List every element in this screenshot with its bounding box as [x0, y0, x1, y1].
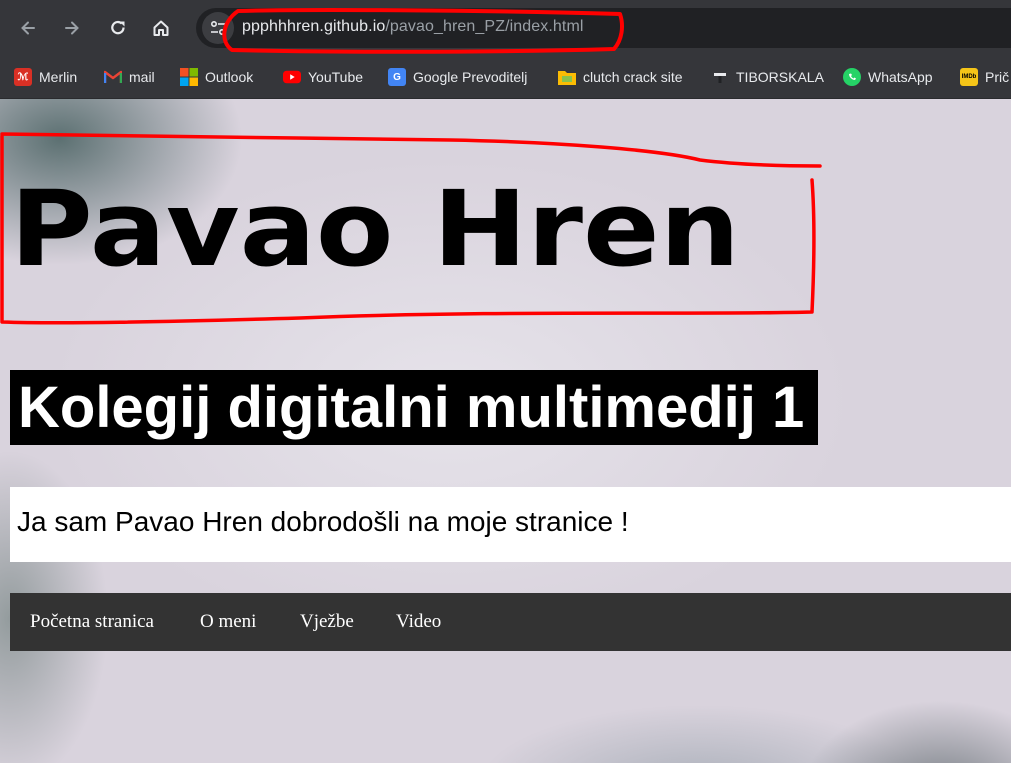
bookmark-label: mail: [129, 69, 155, 85]
bookmark-tiborskala[interactable]: TIBORSKALA: [711, 66, 824, 88]
bookmark-label: YouTube: [308, 69, 364, 85]
logo: Pavao Hren: [10, 171, 740, 271]
whatsapp-icon: [843, 68, 861, 86]
imdb-icon: IMDb: [960, 68, 978, 86]
bookmark-label: Prič: [985, 69, 1010, 85]
merlin-icon: ℳ: [14, 68, 32, 86]
bookmark-label: TIBORSKALA: [736, 69, 824, 85]
arrow-left-icon: [21, 21, 35, 35]
arrow-right-icon: [65, 21, 79, 35]
url-path: /pavao_hren_PZ/index.html: [385, 18, 584, 35]
nav-link-vjezbe[interactable]: Vježbe: [300, 611, 354, 633]
bookmark-whatsapp[interactable]: WhatsApp: [843, 66, 933, 88]
tune-icon: [210, 20, 226, 36]
nav-link-video[interactable]: Video: [396, 611, 441, 633]
gmail-icon: [104, 68, 122, 86]
url-host: ppphhhren.github.io: [242, 18, 386, 35]
address-bar[interactable]: ppphhhren.github.io/pavao_hren_PZ/index.…: [196, 8, 1011, 48]
reload-icon: [111, 20, 125, 35]
welcome-banner: Ja sam Pavao Hren dobrodošli na moje str…: [10, 487, 1011, 562]
google-translate-icon: G: [388, 68, 406, 86]
site-info-button[interactable]: [202, 12, 234, 44]
nav-link-o-meni[interactable]: O meni: [200, 611, 256, 633]
url-text[interactable]: ppphhhren.github.io/pavao_hren_PZ/index.…: [242, 18, 584, 36]
nav-link-pocetna-stranica[interactable]: Početna stranica: [30, 611, 154, 633]
bookmarks-bar: ℳ Merlin mail Outlook YouTube G Google P…: [0, 56, 1011, 99]
bookmark-google-prevoditelj[interactable]: G Google Prevoditelj: [388, 66, 527, 88]
main-navigation: Početna stranica O meni Vježbe Video: [10, 593, 1011, 651]
bookmark-outlook[interactable]: Outlook: [180, 66, 253, 88]
forward-button[interactable]: [54, 10, 90, 46]
tiborskala-icon: [711, 68, 729, 86]
page-viewport: Pavao Hren Kolegij digitalni multimedij …: [0, 99, 1011, 763]
bookmark-label: WhatsApp: [868, 69, 933, 85]
logo-text: Pavao Hren: [10, 171, 740, 271]
folder-icon: [558, 68, 576, 86]
reload-button[interactable]: [100, 10, 136, 46]
bookmark-label: clutch crack site: [583, 69, 683, 85]
bookmark-clutch-crack-site[interactable]: clutch crack site: [558, 66, 683, 88]
bookmark-label: Outlook: [205, 69, 254, 85]
bookmark-youtube[interactable]: YouTube: [283, 66, 363, 88]
bookmark-merlin[interactable]: ℳ Merlin: [14, 66, 77, 88]
home-button[interactable]: [143, 10, 179, 46]
bookmark-label: Merlin: [39, 69, 78, 85]
browser-toolbar: ppphhhren.github.io/pavao_hren_PZ/index.…: [0, 0, 1011, 56]
youtube-icon: [283, 68, 301, 86]
home-icon: [153, 20, 169, 36]
bookmark-label: Google Prevoditelj: [413, 69, 528, 85]
back-button[interactable]: [10, 10, 46, 46]
welcome-text: Ja sam Pavao Hren dobrodošli na moje str…: [17, 506, 629, 537]
bookmark-mail[interactable]: mail: [104, 66, 155, 88]
microsoft-icon: [180, 68, 198, 86]
bookmark-imdb[interactable]: IMDb Prič: [960, 66, 1009, 88]
course-title: Kolegij digitalni multimedij 1: [10, 370, 819, 445]
